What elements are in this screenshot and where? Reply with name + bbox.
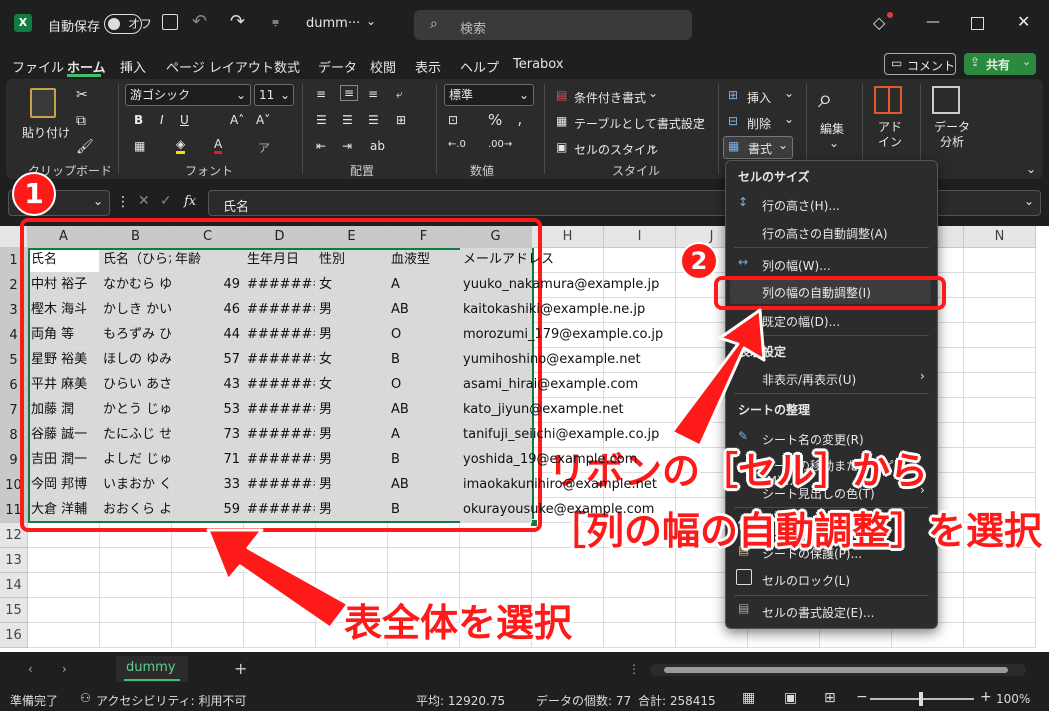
arrow-to-table	[206, 528, 350, 630]
table-cell[interactable]: yoshida_19@example.com	[460, 448, 637, 473]
table-cell[interactable]: kaitokashiki@example.ne.jp	[460, 298, 645, 323]
table-cell[interactable]: okurayousuke@example.com	[460, 498, 654, 523]
table-cell[interactable]: tanifuji_seiichi@example.co.jp	[460, 423, 659, 448]
annotation-select-table: 表全体を選択	[344, 601, 573, 645]
table-cell[interactable]: imaokakunihiro@example.net	[460, 473, 657, 498]
table-cell[interactable]: morozumi_179@example.co.jp	[460, 323, 663, 348]
table-cell[interactable]: メールアドレス	[460, 248, 554, 273]
table-cell[interactable]: yumihoshino@example.net	[460, 348, 641, 373]
table-cell[interactable]: asami_hirai@example.com	[460, 373, 638, 398]
table-cell[interactable]: kato_jiyun@example.net	[460, 398, 624, 423]
table-cell[interactable]: yuuko_nakamura@example.jp	[460, 273, 659, 298]
arrow-to-autofit	[670, 308, 766, 448]
